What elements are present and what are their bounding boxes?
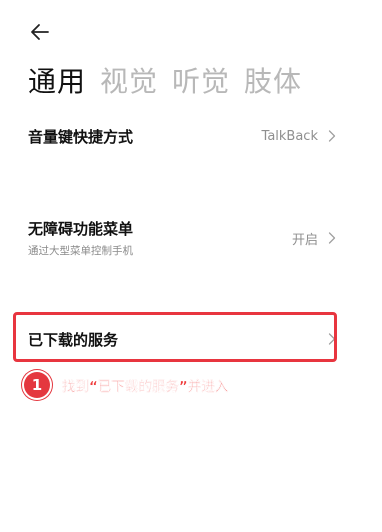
chevron-right-icon <box>328 333 336 345</box>
tab-vision[interactable]: 视觉 <box>100 60 158 100</box>
tab-general[interactable]: 通用 <box>28 60 86 100</box>
row-title: 音量键快捷方式 <box>28 127 134 146</box>
row-subtitle: 通过大型菜单控制手机 <box>28 245 133 257</box>
accessibility-menu-row[interactable]: 无障碍功能菜单 通过大型菜单控制手机 开启 <box>28 218 336 258</box>
step-number-badge: 1 <box>24 372 50 398</box>
arrow-left-icon <box>31 24 49 40</box>
back-button[interactable] <box>28 20 52 44</box>
step-instruction-text: 找到“已下载的服务”并进入 <box>62 379 229 395</box>
row-value: TalkBack <box>261 128 318 144</box>
row-title: 已下载的服务 <box>28 330 119 349</box>
category-tabs: 通用 视觉 听觉 肢体 <box>28 60 302 100</box>
tab-hearing[interactable]: 听觉 <box>172 60 230 100</box>
volume-key-shortcut-row[interactable]: 音量键快捷方式 TalkBack <box>28 124 336 148</box>
row-title: 无障碍功能菜单 <box>28 220 134 238</box>
chevron-right-icon <box>328 130 336 142</box>
tutorial-step-annotation: 1 找到“已下载的服务”并进入 <box>24 372 228 398</box>
chevron-right-icon <box>328 232 336 244</box>
downloaded-services-row[interactable]: 已下载的服务 <box>28 324 336 354</box>
tab-physical[interactable]: 肢体 <box>244 60 302 100</box>
row-value: 开启 <box>291 232 318 248</box>
